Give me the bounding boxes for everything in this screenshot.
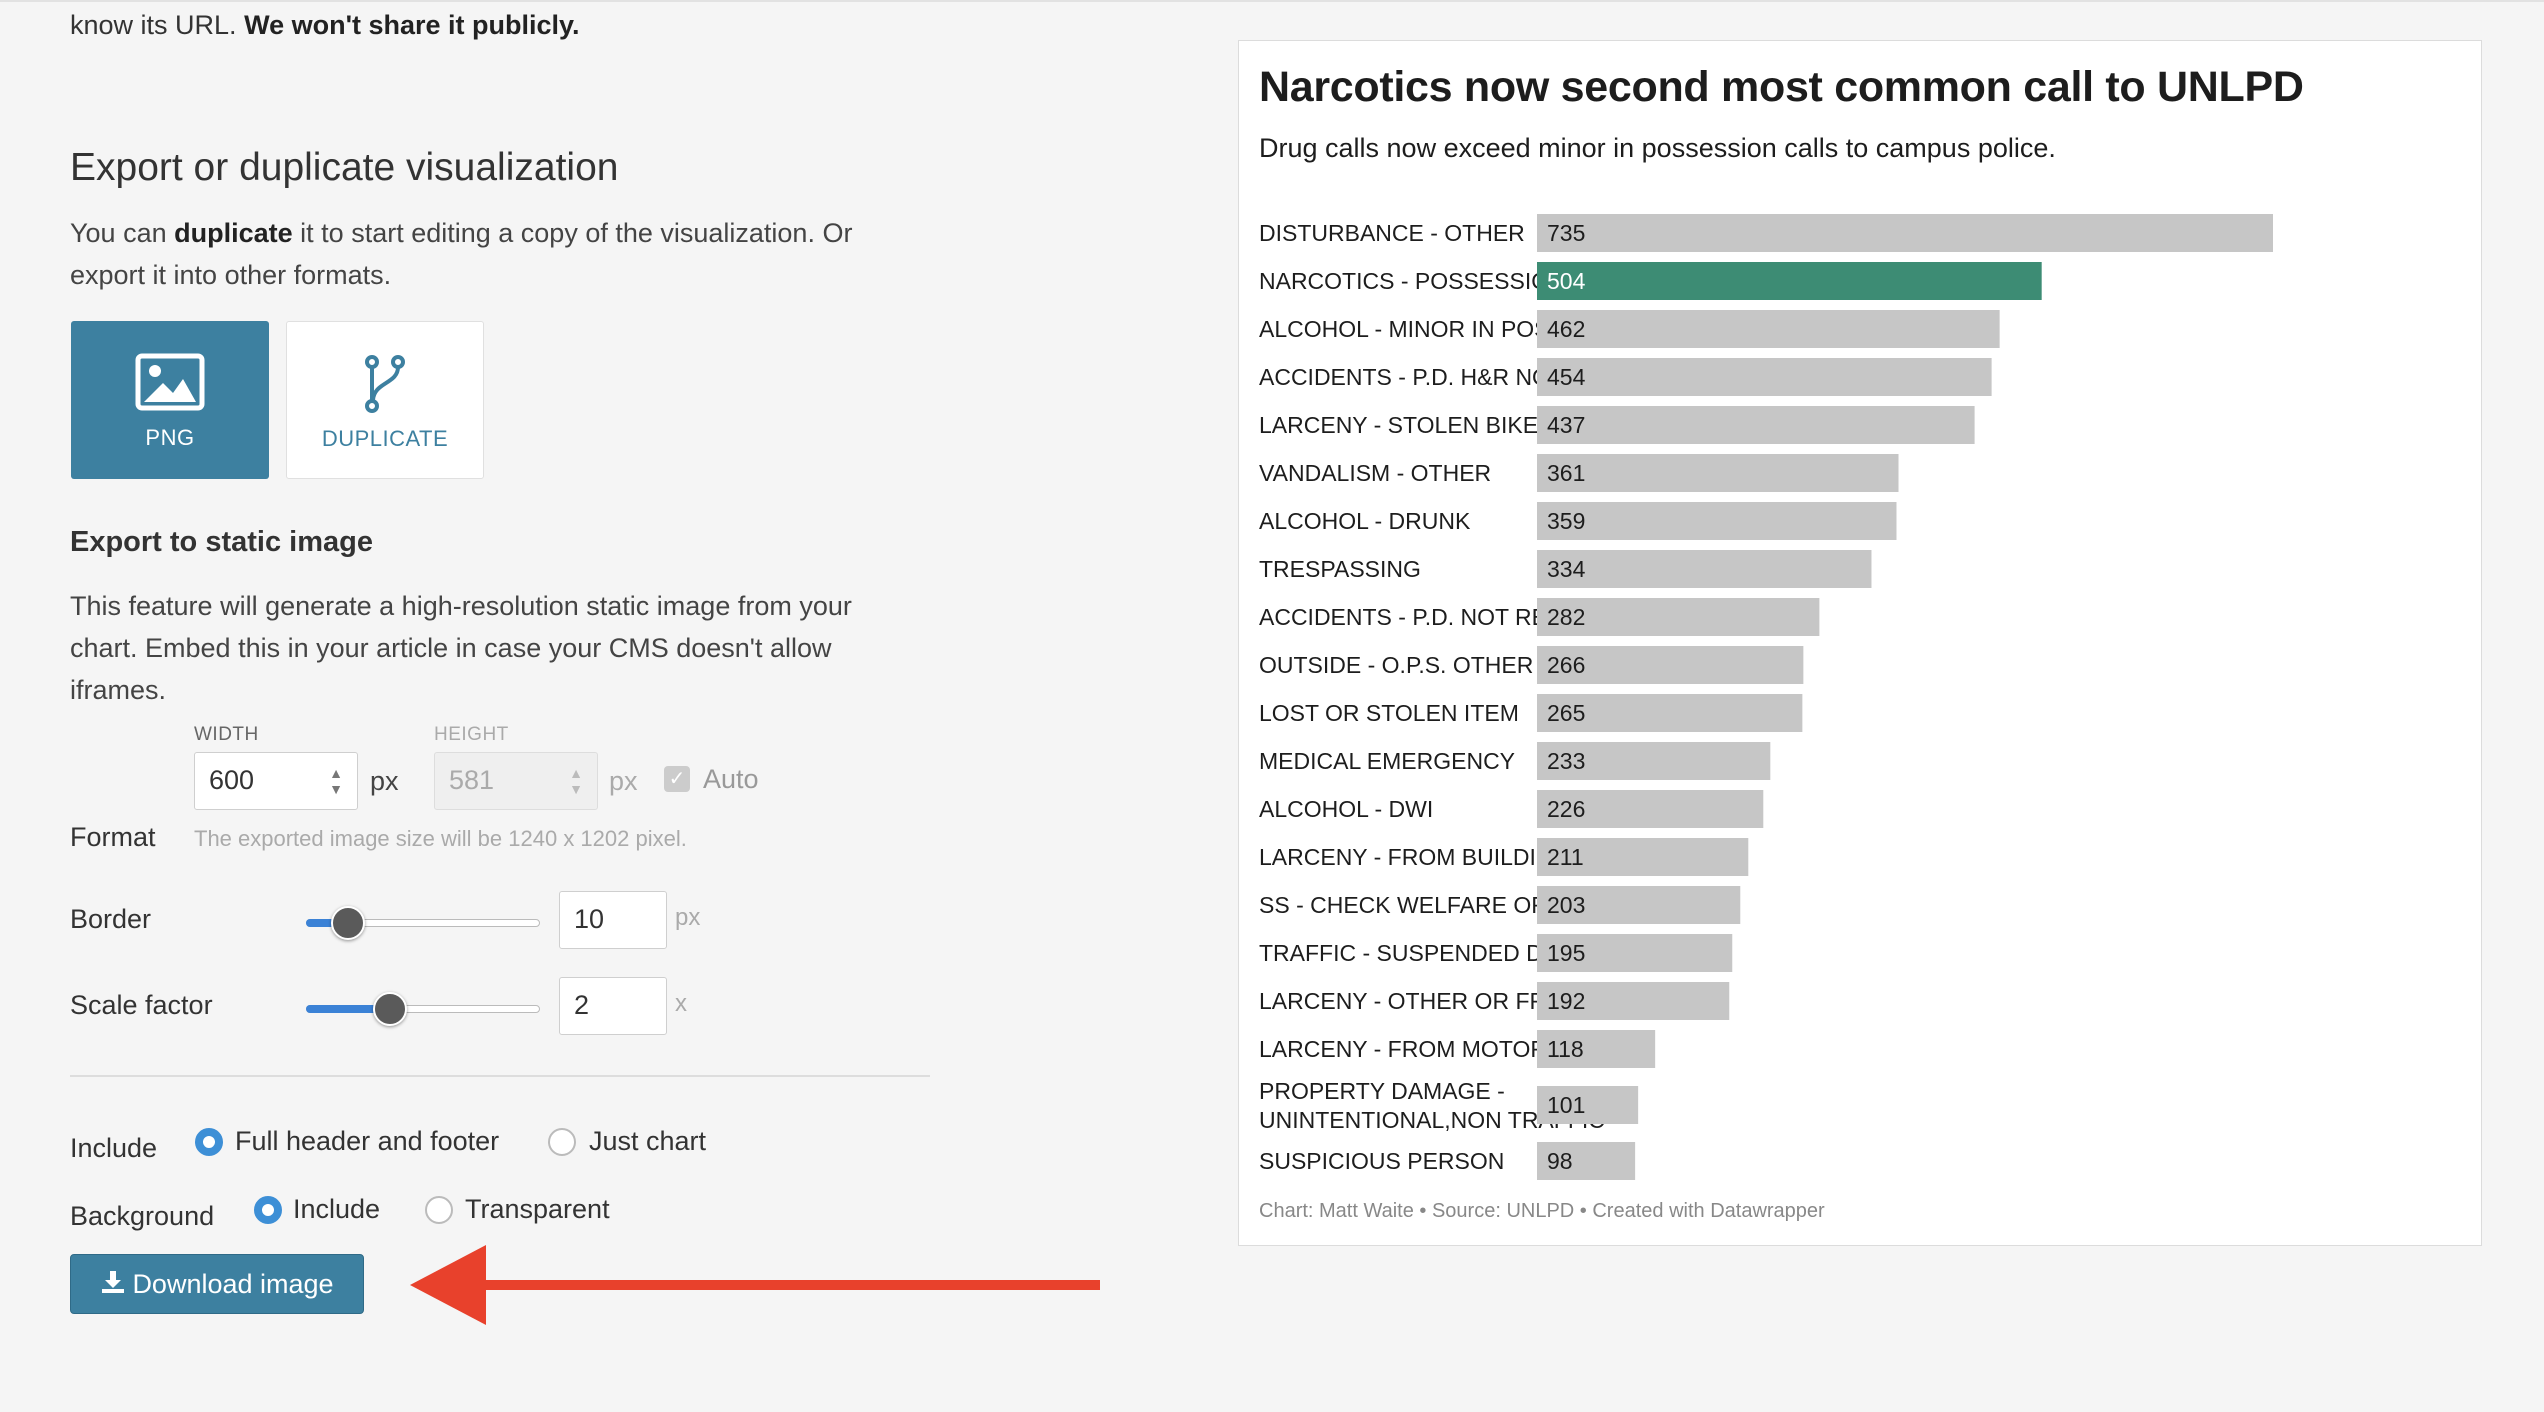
bar [1537,502,1897,540]
download-icon [100,1257,126,1315]
bar-value-label: 192 [1547,988,1585,1014]
scale-factor-label: Scale factor [70,990,213,1020]
width-value: 600 [209,765,255,795]
format-label: Format [70,822,156,852]
bar-value-label: 454 [1547,364,1586,390]
background-label: Background [70,1201,215,1231]
include-chart-label[interactable]: Just chart [589,1126,706,1157]
png-export-button[interactable]: PNG [71,321,269,479]
bar-value-label: 233 [1547,748,1585,774]
bar [1537,358,1992,396]
bar-label: LARCENY - STOLEN BIKE [1259,412,1538,438]
duplicate-label: DUPLICATE [321,426,449,451]
bar [1537,406,1975,444]
bar-label: ALCOHOL - DWI [1259,796,1433,822]
bar-label: DISTURBANCE - OTHER [1259,220,1525,246]
border-value: 10 [574,904,605,934]
background-transparent-label[interactable]: Transparent [465,1194,610,1225]
intro-plain: know its URL. [70,10,237,40]
scale-unit: x [675,990,687,1017]
width-unit: px [370,766,399,796]
intro-bold: We won't share it publicly. [244,10,580,40]
annotation-arrow-icon [410,1245,1100,1330]
bar [1537,550,1872,588]
border-value-input[interactable]: 10 [559,891,667,949]
include-chart-radio[interactable] [548,1128,576,1156]
bar-value-label: 437 [1547,412,1585,438]
bar-label: ALCOHOL - DRUNK [1259,508,1471,534]
height-label: HEIGHT [434,724,509,745]
bar-label: NARCOTICS - POSSESSION [1259,268,1566,294]
height-unit: px [609,766,638,796]
background-transparent-radio[interactable] [425,1196,453,1224]
scale-value: 2 [574,990,590,1020]
background-include-radio[interactable] [254,1196,282,1224]
duplicate-button[interactable]: DUPLICATE [286,321,484,479]
bar-value-label: 211 [1547,844,1584,870]
export-heading: Export or duplicate visualization [70,146,619,189]
bar-value-label: 118 [1547,1036,1584,1062]
bar-value-label: 266 [1547,652,1585,678]
height-spinner-icon: ▲ ▼ [569,765,583,797]
bar-value-label: 334 [1547,556,1586,582]
export-desc-pre: You can [70,218,167,248]
intro-text: know its URL. We won't share it publicly… [70,10,580,41]
bar-value-label: 203 [1547,892,1585,918]
bar-label: VANDALISM - OTHER [1259,460,1491,486]
bar-label: LOST OR STOLEN ITEM [1259,700,1519,726]
bar-value-label: 504 [1547,268,1586,294]
scale-slider-thumb[interactable] [373,992,408,1026]
border-label: Border [70,904,152,934]
include-label: Include [70,1133,158,1163]
bar-value-label: 462 [1547,316,1585,342]
width-input[interactable]: 600 ▲ ▼ [194,752,358,810]
border-slider-thumb[interactable] [331,906,366,940]
static-export-heading: Export to static image [70,526,373,558]
bar-value-label: 361 [1547,460,1585,486]
bar-label: TRESPASSING [1259,556,1421,582]
chart-preview: Narcotics now second most common call to… [1238,40,2482,1246]
download-image-button[interactable]: Download image [70,1254,364,1314]
bar [1537,454,1899,492]
export-desc-bold: duplicate [174,218,293,248]
width-label: WIDTH [194,724,259,745]
bar-label: LARCENY - FROM BUILDING [1259,844,1570,870]
top-divider [0,0,2544,2]
format-hint: The exported image size will be 1240 x 1… [194,826,687,851]
image-icon [71,353,269,413]
bar-value-label: 265 [1547,700,1585,726]
border-unit: px [675,904,701,931]
bar-value-label: 282 [1547,604,1585,630]
bar-value-label: 98 [1547,1148,1573,1174]
bar-value-label: 226 [1547,796,1585,822]
height-value: 581 [449,765,495,795]
bar-label: OUTSIDE - O.P.S. OTHER [1259,652,1533,678]
bar-value-label: 735 [1547,220,1585,246]
height-input: 581 ▲ ▼ [434,752,598,810]
bar-value-label: 101 [1547,1092,1585,1118]
background-include-label[interactable]: Include [293,1194,380,1225]
bar-chart: DISTURBANCE - OTHER 735 NARCOTICS - POSSES… [1259,214,2273,1180]
section-divider [70,1075,930,1077]
bar [1537,262,2042,300]
width-spinner-icon[interactable]: ▲ ▼ [325,765,347,799]
export-description: You can duplicate it to start editing a … [70,212,910,296]
download-label: Download image [132,1269,334,1299]
fork-icon [287,354,483,414]
bar [1537,310,2000,348]
include-full-radio[interactable] [195,1128,223,1156]
bar-label: SUSPICIOUS PERSON [1259,1148,1504,1174]
bar-label: MEDICAL EMERGENCY [1259,748,1515,774]
static-export-description: This feature will generate a high-resolu… [70,591,852,705]
include-full-label[interactable]: Full header and footer [235,1126,499,1157]
chart-footer: Chart: Matt Waite • Source: UNLPD • Crea… [1259,1200,1825,1222]
bar [1537,214,2273,252]
auto-checkbox[interactable]: ✓ [664,766,690,792]
auto-label: Auto [703,764,759,794]
scale-value-input[interactable]: 2 [559,977,667,1035]
bar-value-label: 195 [1547,940,1585,966]
bar-value-label: 359 [1547,508,1585,534]
png-label: PNG [145,425,195,450]
